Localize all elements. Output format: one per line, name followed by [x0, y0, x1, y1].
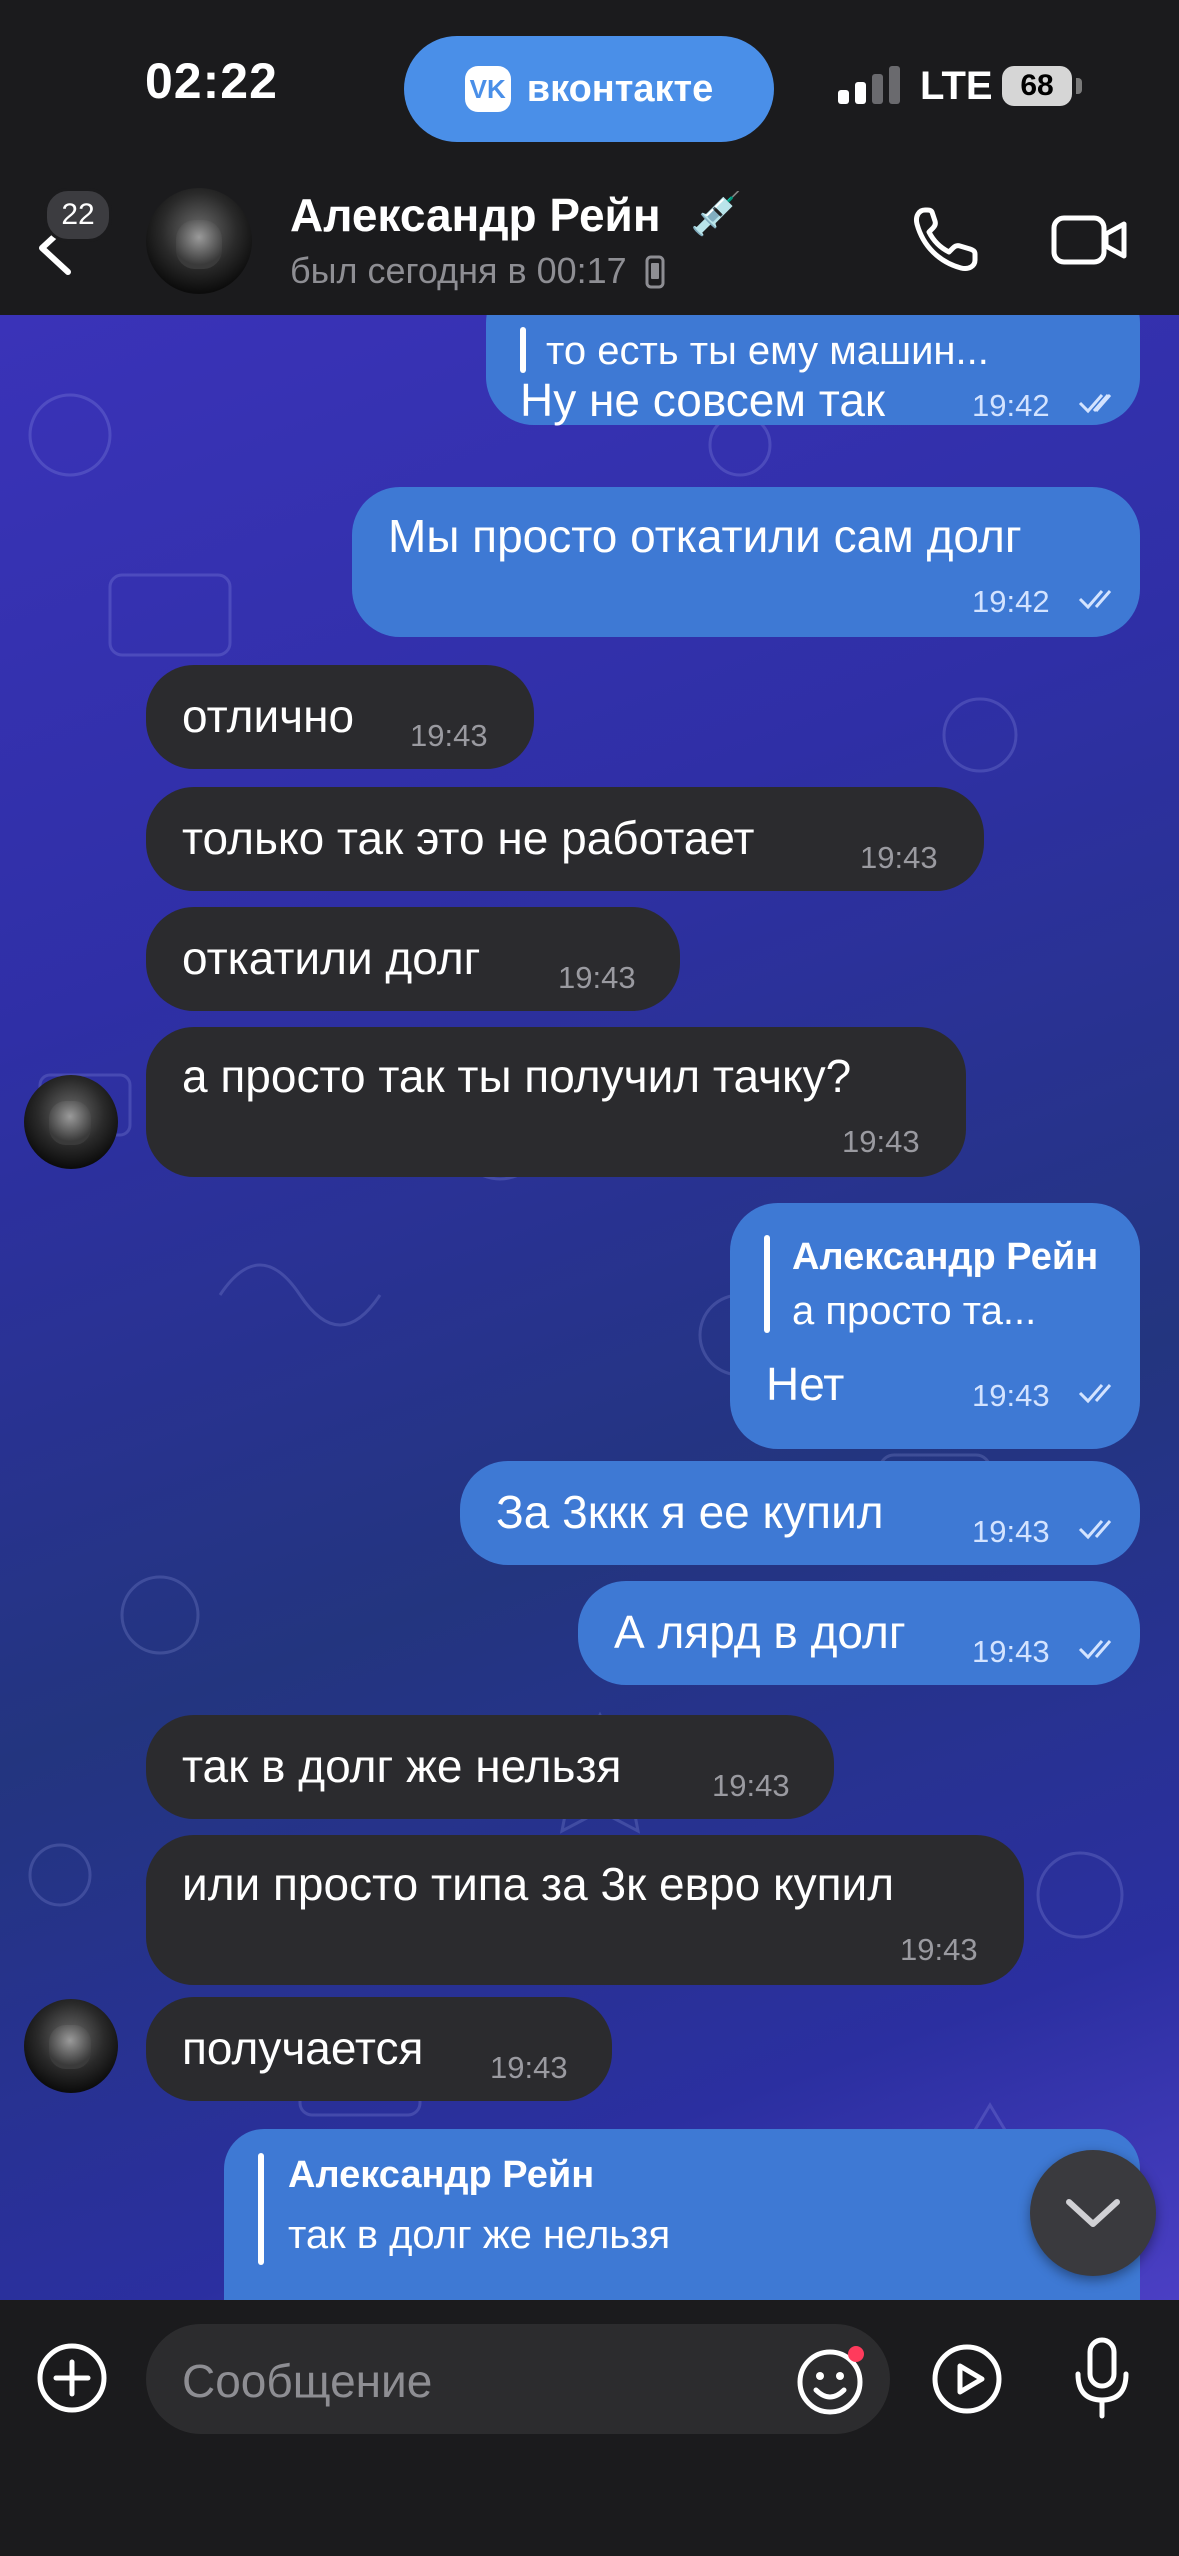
contact-avatar[interactable]: [146, 188, 252, 294]
message-time: 19:43: [972, 1378, 1050, 1413]
message-text: откатили долг: [182, 932, 481, 984]
message-time: 19:43: [490, 2050, 568, 2085]
message-text: отлично: [182, 690, 355, 742]
reply-quote-bar: [520, 327, 526, 373]
signal-strength-icon: [838, 66, 900, 104]
scroll-to-bottom-button[interactable]: [1030, 2150, 1156, 2276]
message-bubble-incoming[interactable]: получается 19:43: [146, 1997, 612, 2101]
message-text: а просто так ты получил тачку?: [182, 1050, 852, 1102]
message-bubble-incoming[interactable]: а просто так ты получил тачку? 19:43: [146, 1027, 966, 1177]
sender-avatar[interactable]: [24, 1075, 118, 1169]
unread-badge[interactable]: 22: [44, 188, 112, 242]
phone-device-icon: [645, 255, 665, 289]
reply-preview-panel[interactable]: Александр Рейн так в долг же нельзя: [224, 2129, 1140, 2300]
message-bubble-outgoing[interactable]: Александр Рейн а просто та... Нет 19:43: [730, 1203, 1140, 1449]
status-bar: 02:22 VK вконтакте LTE 68: [0, 0, 1179, 170]
last-seen-text: был сегодня в 00:17: [290, 250, 627, 291]
message-time: 19:43: [712, 1768, 790, 1803]
reply-quote-bar: [258, 2153, 264, 2265]
message-text: получается: [182, 2022, 424, 2074]
battery-cap: [1076, 78, 1082, 94]
double-check-icon: [1078, 1520, 1112, 1540]
message-bubble-incoming[interactable]: откатили долг 19:43: [146, 907, 680, 1011]
double-check-icon: [1078, 1384, 1112, 1404]
message-bubble-incoming[interactable]: так в долг же нельзя 19:43: [146, 1715, 834, 1819]
message-input[interactable]: Сообщение: [146, 2324, 890, 2434]
chat-header: 22 Александр Рейн 💉 был сегодня в 00:17: [0, 170, 1179, 315]
message-bubble-incoming[interactable]: только так это не работает 19:43: [146, 787, 984, 891]
double-check-icon: [1078, 394, 1112, 414]
message-time: 19:43: [972, 1514, 1050, 1549]
reply-quote-bar: [764, 1235, 770, 1333]
double-check-icon: [1078, 590, 1112, 610]
message-composer: Сообщение: [0, 2300, 1179, 2556]
reply-quote-text: то есть ты ему машин...: [546, 329, 989, 373]
message-bubble-outgoing[interactable]: За 3ккк я ее купил 19:43: [460, 1461, 1140, 1565]
message-bubble-incoming[interactable]: или просто типа за 3к евро купил 19:43: [146, 1835, 1024, 1985]
status-time: 02:22: [145, 53, 278, 109]
reply-quote-text: так в долг же нельзя: [288, 2213, 671, 2257]
reply-quote-text: а просто та...: [792, 1289, 1037, 1333]
message-time: 19:43: [558, 960, 636, 995]
message-text: так в долг же нельзя: [182, 1740, 622, 1792]
double-check-icon: [1078, 1640, 1112, 1660]
message-text: или просто типа за 3к евро купил: [182, 1858, 895, 1910]
message-time: 19:42: [972, 388, 1050, 423]
message-text: За 3ккк я ее купил: [496, 1486, 884, 1538]
message-text: А лярд в долг: [614, 1606, 906, 1658]
message-time: 19:42: [972, 584, 1050, 619]
message-text: Нет: [766, 1358, 845, 1410]
message-bubble-outgoing[interactable]: Мы просто откатили сам долг 19:42: [352, 487, 1140, 637]
message-bubble-outgoing[interactable]: А лярд в долг 19:43: [578, 1581, 1140, 1685]
message-time: 19:43: [842, 1124, 920, 1159]
vk-pill-label: вконтакте: [526, 67, 714, 110]
battery-level: 68: [1020, 69, 1054, 102]
message-time: 19:43: [860, 840, 938, 875]
message-text: Мы просто откатили сам долг: [388, 510, 1022, 562]
message-time: 19:43: [900, 1932, 978, 1967]
chat-area[interactable]: то есть ты ему машин... Ну не совсем так…: [0, 315, 1179, 2300]
message-text: Ну не совсем так: [520, 374, 886, 426]
microphone-icon[interactable]: [1072, 2336, 1132, 2422]
contact-name[interactable]: Александр Рейн: [290, 188, 661, 242]
contact-status-emoji: 💉: [690, 190, 743, 237]
reply-quote-author: Александр Рейн: [792, 1236, 1099, 1278]
chevron-down-icon: [1066, 2199, 1120, 2227]
message-bubble-incoming[interactable]: отлично 19:43: [146, 665, 534, 769]
sender-avatar[interactable]: [24, 1999, 118, 2093]
network-type: LTE: [920, 64, 993, 108]
battery-icon: 68: [1002, 66, 1072, 106]
video-camera-icon[interactable]: [1050, 208, 1130, 272]
emoji-notification-dot: [848, 2346, 864, 2362]
contact-last-seen: был сегодня в 00:17: [290, 250, 665, 292]
message-time: 19:43: [972, 1634, 1050, 1669]
plus-icon[interactable]: [36, 2342, 108, 2414]
message-bubble-outgoing[interactable]: то есть ты ему машин... Ну не совсем так…: [486, 315, 1140, 426]
vk-logo-icon: VK: [464, 66, 511, 112]
play-icon[interactable]: [930, 2342, 1004, 2416]
reply-quote-author: Александр Рейн: [288, 2154, 595, 2196]
message-time: 19:43: [410, 718, 488, 753]
phone-icon[interactable]: [905, 200, 985, 280]
vk-app-pill[interactable]: VK вконтакте: [404, 36, 774, 142]
message-input-placeholder: Сообщение: [182, 2355, 433, 2407]
message-text: только так это не работает: [182, 812, 755, 864]
